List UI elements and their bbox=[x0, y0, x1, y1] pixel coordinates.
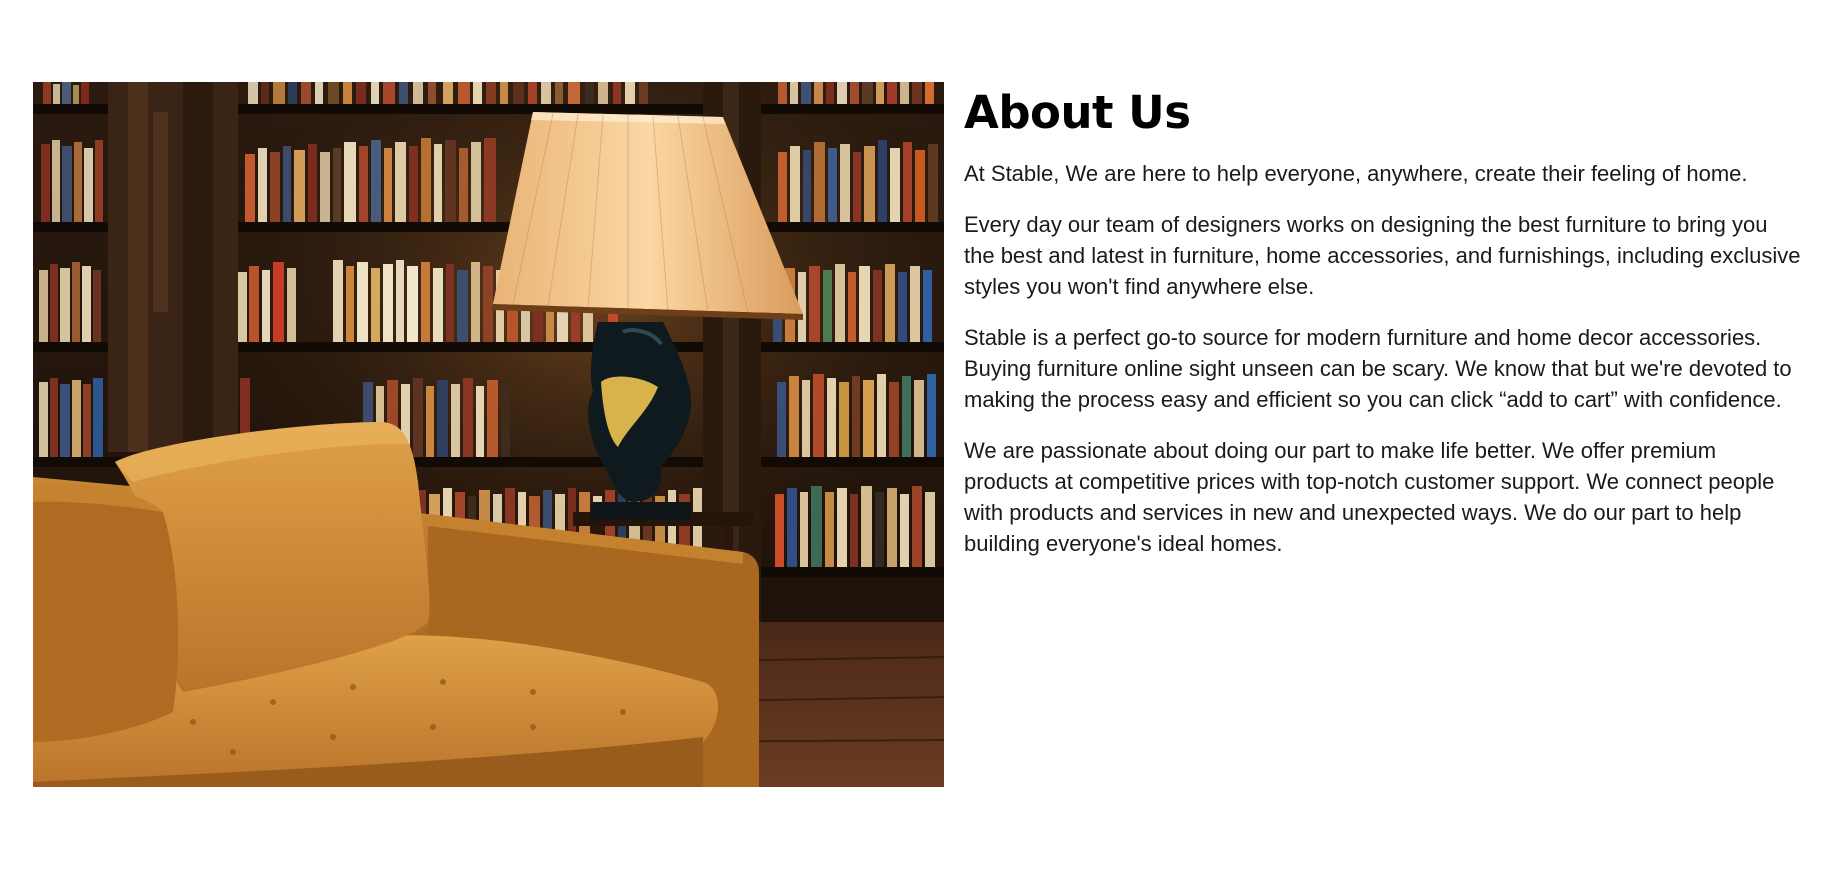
living-room-photo bbox=[33, 82, 944, 787]
about-paragraph-2: Every day our team of designers works on… bbox=[964, 212, 1801, 299]
about-title: About Us bbox=[964, 86, 1191, 139]
about-paragraph-3: Stable is a perfect go-to source for mod… bbox=[964, 325, 1792, 412]
living-room-illustration bbox=[33, 82, 944, 787]
about-paragraph-1: At Stable, We are here to help everyone,… bbox=[964, 161, 1748, 186]
about-paragraph-4: We are passionate about doing our part t… bbox=[964, 438, 1775, 556]
about-content: About Us At Stable, We are here to help … bbox=[964, 82, 1804, 579]
about-section: About Us At Stable, We are here to help … bbox=[33, 82, 1800, 787]
